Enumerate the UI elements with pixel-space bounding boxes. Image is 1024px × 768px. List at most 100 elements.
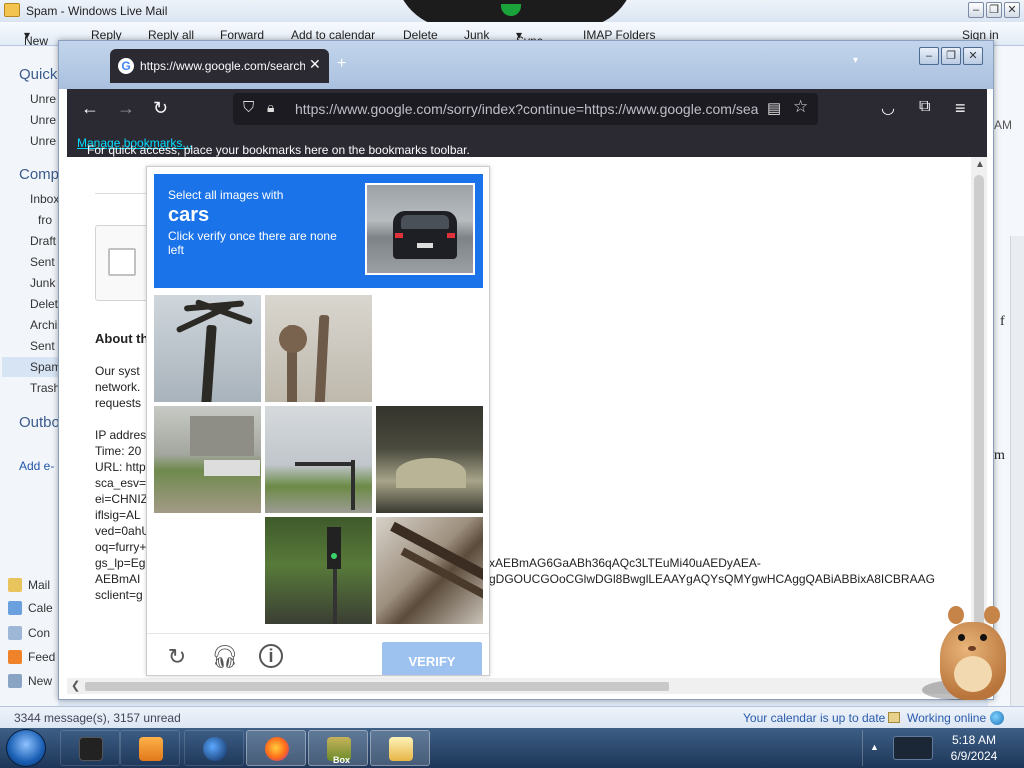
- reload-challenge-icon[interactable]: ↻: [164, 644, 190, 670]
- google-favicon-icon: G: [118, 58, 134, 74]
- vertical-scroll-thumb[interactable]: [974, 175, 984, 655]
- new-tab-button[interactable]: +: [337, 55, 346, 73]
- minimize-button[interactable]: –: [968, 2, 984, 18]
- ff-maximize-button[interactable]: ❐: [941, 47, 961, 65]
- quick-views-header[interactable]: Quick: [19, 66, 57, 83]
- folder-item-deleted[interactable]: Delet: [30, 297, 58, 311]
- rss-icon: [8, 650, 22, 664]
- show-hidden-icons-button[interactable]: ▲: [870, 742, 879, 752]
- image-tile-1[interactable]: [154, 295, 261, 402]
- vertical-scrollbar[interactable]: ▲: [971, 157, 987, 678]
- folder-item-sent[interactable]: Sent: [30, 255, 55, 269]
- folder-item-trash[interactable]: Trash: [30, 381, 60, 395]
- calendar-status-link[interactable]: Your calendar is up to date: [743, 711, 885, 725]
- tray-network-icon[interactable]: [893, 736, 933, 760]
- ff-minimize-button[interactable]: –: [919, 47, 939, 65]
- nav-contacts[interactable]: Con: [8, 626, 50, 640]
- hamster-ear: [984, 606, 1000, 624]
- close-button[interactable]: ✕: [1004, 2, 1020, 18]
- nav-calendar[interactable]: Cale: [8, 601, 53, 615]
- message-count: 3344 message(s), 3157 unread: [14, 711, 181, 725]
- tracking-protection-shield-icon[interactable]: ⛉: [243, 99, 254, 116]
- firefox-icon: [265, 737, 289, 761]
- ip-address-line: IP addres: [95, 428, 147, 442]
- reading-pane-scrollbar[interactable]: [1010, 236, 1024, 706]
- back-button[interactable]: ←: [81, 98, 99, 119]
- folder-item-sent[interactable]: Sent: [30, 339, 55, 353]
- palm-crown: [279, 325, 307, 353]
- ff-close-button[interactable]: ✕: [963, 47, 983, 65]
- image-tile-3[interactable]: [376, 295, 483, 402]
- taskbar-app-firefox[interactable]: [246, 730, 306, 766]
- image-tile-6[interactable]: [376, 406, 483, 513]
- image-tile-4[interactable]: [154, 406, 261, 513]
- folder-item[interactable]: Unre: [30, 113, 56, 127]
- image-tile-5[interactable]: [265, 406, 372, 513]
- info-icon[interactable]: i: [259, 644, 283, 668]
- audio-challenge-icon[interactable]: 🎧︎: [211, 644, 239, 670]
- hamster-eye: [980, 634, 987, 641]
- house-shape: [190, 416, 254, 456]
- url-bar[interactable]: ⛉ 🔒︎ https://www.google.com/sorry/index?…: [233, 93, 818, 125]
- image-tile-9[interactable]: [376, 517, 483, 624]
- maximize-button[interactable]: ❐: [986, 2, 1002, 18]
- online-status-link[interactable]: Working online: [888, 711, 1004, 725]
- recaptcha-checkbox[interactable]: [108, 248, 136, 276]
- traffic-light: [327, 527, 341, 569]
- folder-item-spam[interactable]: Spam: [30, 360, 61, 374]
- verify-button[interactable]: VERIFY: [382, 642, 482, 675]
- scroll-left-arrow-icon[interactable]: ❮: [71, 679, 80, 692]
- tab-close-icon[interactable]: ✕: [309, 56, 321, 73]
- forward-button[interactable]: →: [117, 98, 135, 119]
- taskbar-app-windows-live-mail[interactable]: [370, 730, 430, 766]
- scroll-up-arrow-icon[interactable]: ▲: [975, 159, 985, 170]
- image-tile-8[interactable]: [265, 517, 372, 624]
- folder-item[interactable]: fro: [38, 213, 52, 227]
- list-tabs-button[interactable]: ▾: [853, 55, 858, 66]
- folder-item-drafts[interactable]: Draft: [30, 234, 56, 248]
- folder-item-archive[interactable]: Archi: [30, 318, 57, 332]
- taskbar-app-globe[interactable]: [184, 730, 244, 766]
- mail-icon: [389, 737, 413, 761]
- hamster-nose: [968, 646, 976, 651]
- tray-clock[interactable]: 5:18 AM 6/9/2024: [938, 732, 1010, 764]
- taskbar-app-media[interactable]: [120, 730, 180, 766]
- image-tile-7[interactable]: [154, 517, 261, 624]
- pocket-icon[interactable]: ◡: [881, 98, 895, 118]
- bookmark-star-icon[interactable]: ☆: [793, 97, 808, 117]
- horizontal-scrollbar[interactable]: ❮: [67, 678, 971, 694]
- folder-item-junk[interactable]: Junk: [30, 276, 55, 290]
- url-text[interactable]: https://www.google.com/sorry/index?conti…: [295, 101, 760, 117]
- text-fragment: m: [994, 448, 1005, 463]
- firefox-navbar: ← → ↻ ⛉ 🔒︎ https://www.google.com/sorry/…: [67, 89, 987, 129]
- nav-feeds[interactable]: Feed: [8, 650, 55, 664]
- lock-icon[interactable]: 🔒︎: [267, 99, 274, 116]
- new-button[interactable]: New ▾: [24, 28, 48, 48]
- taskbar-app-box[interactable]: Box: [308, 730, 368, 766]
- reader-view-icon[interactable]: ▤: [767, 99, 781, 117]
- instruction-target: cars: [168, 204, 210, 226]
- folder-item[interactable]: Unre: [30, 92, 56, 106]
- instruction-line1: Select all images with: [168, 188, 284, 202]
- desktop-hamster-pet[interactable]: [922, 604, 1010, 704]
- account-header[interactable]: Comp: [19, 166, 59, 183]
- add-email-account-link[interactable]: Add e-: [19, 459, 54, 473]
- license-plate: [417, 243, 433, 248]
- page-text-line: sclient=g: [95, 588, 143, 602]
- reload-button[interactable]: ↻: [153, 98, 168, 119]
- horizontal-scroll-thumb[interactable]: [85, 682, 669, 691]
- folder-item[interactable]: Unre: [30, 134, 56, 148]
- box-label: Box: [333, 755, 351, 765]
- nav-newsgroups[interactable]: New: [8, 674, 52, 688]
- bookmarks-hint: For quick access, place your bookmarks h…: [77, 136, 470, 157]
- folder-item-inbox[interactable]: Inbox: [30, 192, 59, 206]
- tab-title: https://www.google.com/search: [140, 59, 305, 73]
- start-button[interactable]: [6, 729, 46, 767]
- extensions-icon[interactable]: ⧉: [919, 98, 930, 116]
- outbox-header[interactable]: Outbo: [19, 414, 60, 431]
- browser-tab[interactable]: G https://www.google.com/search ✕: [110, 49, 329, 83]
- menu-hamburger-icon[interactable]: ≡: [955, 98, 966, 119]
- image-tile-2[interactable]: [265, 295, 372, 402]
- taskbar-app-camera[interactable]: [60, 730, 120, 766]
- nav-mail[interactable]: Mail: [8, 578, 50, 592]
